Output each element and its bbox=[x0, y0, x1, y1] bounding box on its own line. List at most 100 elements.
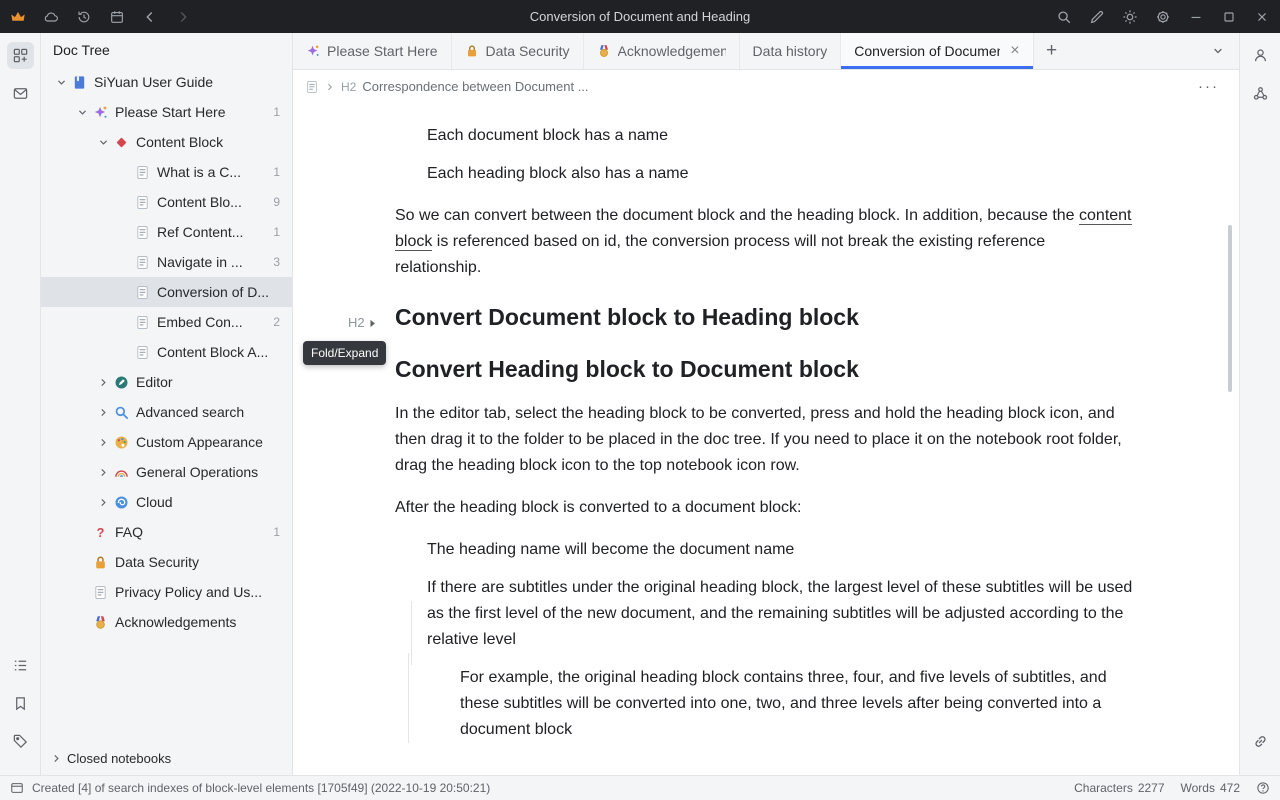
daily-note-icon[interactable] bbox=[109, 9, 125, 25]
tab[interactable]: Please Start Here bbox=[293, 33, 452, 69]
doc-tree-item[interactable]: Conversion of D... bbox=[41, 277, 292, 307]
doc-tree-item[interactable]: Navigate in ...3 bbox=[41, 247, 292, 277]
chevron-down-icon[interactable] bbox=[74, 107, 91, 118]
tab[interactable]: Data history bbox=[740, 33, 842, 69]
tab[interactable]: Acknowledgements bbox=[584, 33, 740, 69]
list-item-block[interactable]: The heading name will become the documen… bbox=[395, 537, 1135, 563]
doc-tree-item[interactable]: Data Security bbox=[41, 547, 292, 577]
tab-close-icon[interactable]: × bbox=[1010, 43, 1019, 59]
lock-icon bbox=[465, 44, 479, 58]
theme-sun-icon[interactable] bbox=[1122, 9, 1138, 25]
chevron-right-icon[interactable] bbox=[95, 437, 112, 448]
heading-gutter[interactable]: H2 bbox=[348, 307, 379, 339]
close-icon[interactable] bbox=[1254, 9, 1270, 25]
editor-scrollbar[interactable] bbox=[1228, 225, 1232, 392]
doc-count-badge: 1 bbox=[273, 105, 280, 119]
heading-block[interactable]: Convert Document block to Heading blockH… bbox=[395, 301, 1135, 333]
paragraph-block[interactable]: So we can convert between the document b… bbox=[395, 203, 1135, 281]
doc-tree-item-label: Advanced search bbox=[136, 404, 280, 420]
outline-icon[interactable] bbox=[7, 652, 34, 679]
chevron-right-icon[interactable] bbox=[95, 407, 112, 418]
doc-tree-item[interactable]: Privacy Policy and Us... bbox=[41, 577, 292, 607]
data-history-icon[interactable] bbox=[76, 9, 92, 25]
chevron-right-icon[interactable] bbox=[95, 377, 112, 388]
help-icon[interactable] bbox=[1256, 781, 1270, 795]
go-back-icon[interactable] bbox=[142, 9, 158, 25]
bookmark-icon[interactable] bbox=[7, 690, 34, 717]
more-options-icon[interactable]: ··· bbox=[1190, 78, 1227, 95]
bullet-dot[interactable] bbox=[395, 537, 427, 563]
doc-tree-item[interactable]: Advanced search bbox=[41, 397, 292, 427]
doc-tree-item[interactable]: Editor bbox=[41, 367, 292, 397]
document-icon[interactable] bbox=[305, 80, 319, 94]
maximize-icon[interactable] bbox=[1221, 9, 1237, 25]
backlinks-link-icon[interactable] bbox=[1247, 728, 1274, 755]
doc-tree-title: Doc Tree bbox=[53, 42, 110, 58]
doc-tree-item[interactable]: Acknowledgements bbox=[41, 607, 292, 637]
doc-tree-item[interactable]: Please Start Here1 bbox=[41, 97, 292, 127]
tab-list-chevron-icon[interactable] bbox=[1197, 33, 1239, 69]
characters-value: 2277 bbox=[1138, 781, 1165, 795]
paragraph-block[interactable]: After the heading block is converted to … bbox=[395, 495, 1135, 521]
breadcrumb-heading-label[interactable]: Correspondence between Document ... bbox=[362, 79, 1184, 94]
doc-tree-item[interactable]: Cloud bbox=[41, 487, 292, 517]
list-item-block[interactable]: Each document block has a name bbox=[395, 123, 1135, 149]
fold-expand-tooltip: Fold/Expand bbox=[303, 341, 386, 365]
doc-count-badge: 1 bbox=[273, 165, 280, 179]
list-item-block[interactable]: If there are subtitles under the origina… bbox=[395, 575, 1135, 653]
search-icon[interactable] bbox=[1056, 9, 1072, 25]
chevron-down-icon[interactable] bbox=[53, 77, 70, 88]
tab-bar-spacer bbox=[1070, 33, 1197, 69]
doc-tree-item[interactable]: Content Blo...9 bbox=[41, 187, 292, 217]
bullet-dot[interactable] bbox=[395, 575, 427, 653]
tag-icon[interactable] bbox=[7, 728, 34, 755]
sync-cloud-icon[interactable] bbox=[43, 9, 59, 25]
graph-icon[interactable] bbox=[1247, 80, 1274, 107]
chevron-right-icon[interactable] bbox=[95, 467, 112, 478]
swirl-icon bbox=[112, 495, 131, 510]
titlebar-left-icons bbox=[10, 9, 245, 25]
chevron-down-icon[interactable] bbox=[95, 137, 112, 148]
settings-gear-icon[interactable] bbox=[1155, 9, 1171, 25]
doc-tree-item[interactable]: Ref Content...1 bbox=[41, 217, 292, 247]
doc-tree-item[interactable]: Custom Appearance bbox=[41, 427, 292, 457]
tab[interactable]: Conversion of Document and Heading× bbox=[841, 33, 1033, 69]
list-item-block[interactable]: For example, the original heading block … bbox=[428, 665, 1135, 743]
titlebar: Conversion of Document and Heading bbox=[0, 0, 1280, 33]
editor[interactable]: Each document block has a name Each headi… bbox=[293, 103, 1239, 775]
doc-tree-item-label: Acknowledgements bbox=[115, 614, 280, 630]
main-area: Please Start HereData SecurityAcknowledg… bbox=[293, 33, 1240, 775]
go-forward-icon[interactable] bbox=[175, 9, 191, 25]
chevron-right-icon[interactable] bbox=[95, 497, 112, 508]
magnifier-icon bbox=[112, 405, 131, 420]
bullet-dot[interactable] bbox=[395, 123, 427, 149]
fold-arrow-icon[interactable] bbox=[366, 317, 379, 330]
statusbar: Created [4] of search indexes of block-l… bbox=[0, 775, 1280, 800]
workspace-crown-icon[interactable] bbox=[10, 9, 26, 25]
heading-block[interactable]: Convert Heading block to Document block bbox=[395, 353, 1135, 385]
new-tab-button[interactable]: + bbox=[1034, 33, 1070, 69]
book-icon bbox=[70, 75, 89, 90]
closed-notebooks-toggle[interactable]: Closed notebooks bbox=[41, 741, 292, 775]
inbox-icon[interactable] bbox=[7, 80, 34, 107]
contacts-icon[interactable] bbox=[1247, 42, 1274, 69]
doc-tree-item-label: Privacy Policy and Us... bbox=[115, 584, 280, 600]
minimize-icon[interactable] bbox=[1188, 9, 1204, 25]
doc-tree-item[interactable]: Embed Con...2 bbox=[41, 307, 292, 337]
tab[interactable]: Data Security bbox=[452, 33, 584, 69]
medal-icon bbox=[91, 615, 110, 630]
doc-tree-item[interactable]: Content Block bbox=[41, 127, 292, 157]
doc-tree-item-label: General Operations bbox=[136, 464, 280, 480]
doc-tree-item-label: Cloud bbox=[136, 494, 280, 510]
doc-tree-item[interactable]: Content Block A... bbox=[41, 337, 292, 367]
doc-tree-dock-icon[interactable] bbox=[7, 42, 34, 69]
doc-tree-item[interactable]: What is a C...1 bbox=[41, 157, 292, 187]
readonly-edit-icon[interactable] bbox=[1089, 9, 1105, 25]
doc-tree-item[interactable]: SiYuan User Guide bbox=[41, 67, 292, 97]
doc-tree-item[interactable]: ?FAQ1 bbox=[41, 517, 292, 547]
list-item-block[interactable]: Each heading block also has a name bbox=[395, 161, 1135, 187]
bullet-dot[interactable] bbox=[428, 665, 460, 743]
doc-tree-item[interactable]: General Operations bbox=[41, 457, 292, 487]
bullet-dot[interactable] bbox=[395, 161, 427, 187]
paragraph-block[interactable]: In the editor tab, select the heading bl… bbox=[395, 401, 1135, 479]
